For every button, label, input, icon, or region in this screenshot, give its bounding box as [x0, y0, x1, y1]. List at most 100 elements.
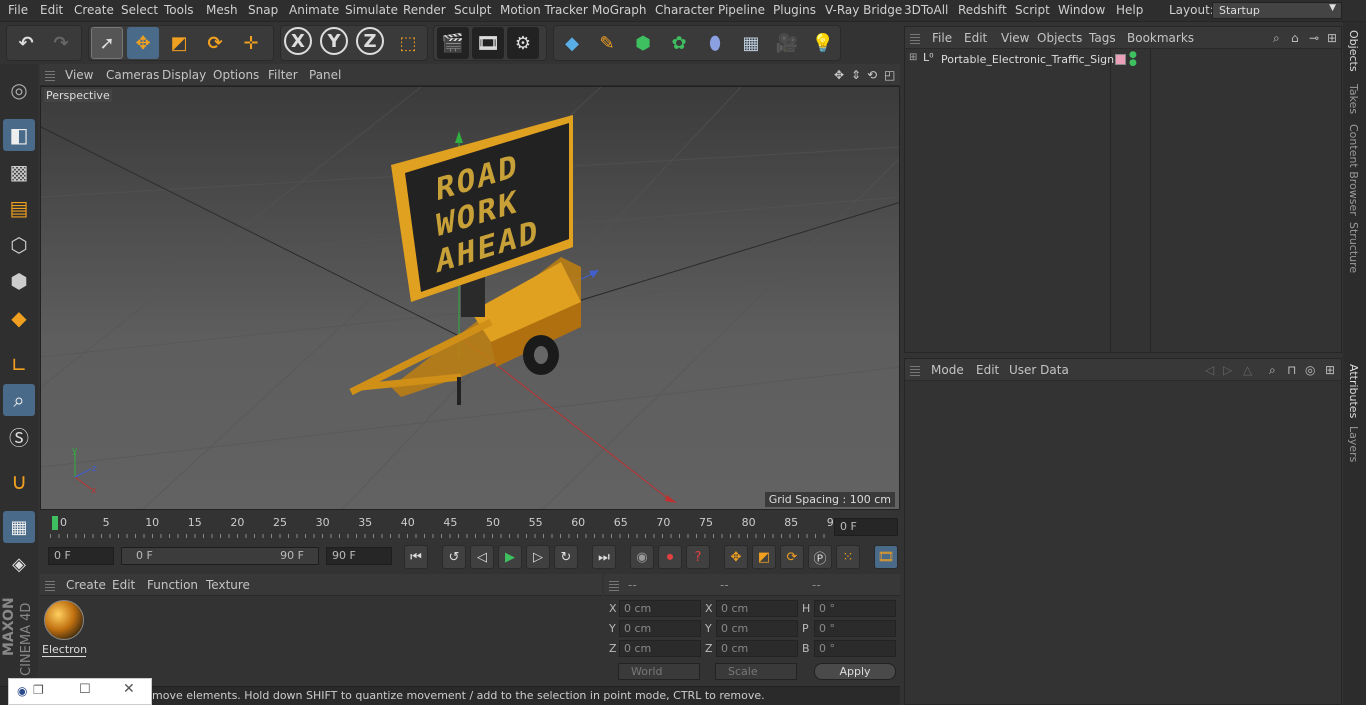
next-key-icon[interactable]: ↻ [554, 545, 578, 569]
camera-icon[interactable]: 🎥 [771, 27, 803, 59]
close-icon[interactable]: ✕ [123, 681, 135, 697]
keyframe-selection-icon[interactable]: ? [686, 545, 710, 569]
size-z-field[interactable]: 0 cm [716, 640, 798, 657]
material-menu-texture[interactable]: Texture [206, 578, 250, 592]
menu-character[interactable]: Character [655, 3, 714, 17]
expand-icon[interactable]: ⊞ [909, 52, 917, 63]
size-y-field[interactable]: 0 cm [716, 620, 798, 637]
restore-icon[interactable]: ❐ [33, 683, 44, 697]
key-pla-icon[interactable]: ⁙ [836, 545, 860, 569]
panel-grip-icon[interactable] [45, 579, 55, 591]
panel-grip-icon[interactable] [45, 69, 55, 81]
autokey-icon[interactable]: ⏺ [658, 545, 682, 569]
pen-icon[interactable]: ✎ [591, 27, 623, 59]
scale-tool-icon[interactable]: ◩ [163, 27, 195, 59]
previous-key-icon[interactable]: ↺ [442, 545, 466, 569]
viewport-maximize-icon[interactable]: ◰ [884, 68, 895, 82]
menu-3dtoall[interactable]: 3DToAll [904, 3, 948, 17]
tab-layers[interactable]: Layers [1347, 426, 1360, 462]
tweak-mode-icon[interactable]: ⌕ [3, 384, 35, 416]
rotate-tool-icon[interactable]: ⟳ [199, 27, 231, 59]
maximize-icon[interactable]: ☐ [79, 682, 91, 697]
menu-redshift[interactable]: Redshift [958, 3, 1007, 17]
key-position-icon[interactable]: ✥ [724, 545, 748, 569]
key-scale-icon[interactable]: ◩ [752, 545, 776, 569]
object-menu-tags[interactable]: Tags [1089, 31, 1116, 45]
object-row[interactable]: ⊞ L⁰ Portable_Electronic_Traffic_Sign ● ● [905, 51, 1341, 69]
render-picture-icon[interactable]: 🎞 [472, 27, 504, 59]
menu-snap[interactable]: Snap [248, 3, 278, 17]
panel-grip-icon[interactable] [910, 32, 920, 44]
app-icon[interactable]: ◉ [17, 684, 27, 698]
viewport-menu-filter[interactable]: Filter [268, 68, 298, 82]
rotation-h-field[interactable]: 0 ° [814, 600, 896, 617]
light-icon[interactable]: 💡 [807, 27, 839, 59]
attribute-menu-mode[interactable]: Mode [931, 363, 964, 377]
settings-icon[interactable]: ◎ [1305, 363, 1315, 377]
lock-workplane-icon[interactable]: ▦ [3, 511, 35, 543]
menu-render[interactable]: Render [403, 3, 446, 17]
previous-frame-icon[interactable]: ◁ [470, 545, 494, 569]
cube-icon[interactable]: ◆ [556, 27, 588, 59]
object-menu-objects[interactable]: Objects [1037, 31, 1082, 45]
object-menu-edit[interactable]: Edit [964, 31, 987, 45]
workplane-icon[interactable]: ▤ [3, 192, 35, 224]
search-icon[interactable]: ⌕ [1273, 31, 1280, 46]
start-frame-field[interactable]: 0 F [48, 547, 114, 565]
apply-button[interactable]: Apply [814, 663, 896, 680]
coordinate-system-icon[interactable]: ⬚ [392, 27, 424, 59]
render-settings-icon[interactable]: ⚙ [507, 27, 539, 59]
axis-mode-icon[interactable]: ∟ [3, 349, 35, 381]
render-view-icon[interactable]: 🎬 [437, 27, 469, 59]
make-editable-icon[interactable]: ◎ [3, 74, 35, 106]
search-icon[interactable]: ⌕ [1269, 363, 1276, 378]
menu-motion-tracker[interactable]: Motion Tracker [500, 3, 588, 17]
workplane-align-icon[interactable]: ◈ [3, 548, 35, 580]
menu-mesh[interactable]: Mesh [206, 3, 238, 17]
tab-objects[interactable]: Objects [1347, 30, 1360, 72]
menu-sculpt[interactable]: Sculpt [454, 3, 491, 17]
playhead-marker[interactable] [52, 516, 58, 530]
menu-vray-bridge[interactable]: V-Ray Bridge [825, 3, 902, 17]
object-menu-view[interactable]: View [1001, 31, 1029, 45]
size-x-field[interactable]: 0 cm [716, 600, 798, 617]
timeline-ruler[interactable]: 051015202530354045505560657075808590 0 F [40, 512, 900, 542]
attribute-menu-user-data[interactable]: User Data [1009, 363, 1069, 377]
snap-icon[interactable]: Ⓢ [3, 420, 35, 452]
link-icon[interactable]: ⊸ [1309, 31, 1319, 45]
menu-window[interactable]: Window [1058, 3, 1105, 17]
new-panel-icon[interactable]: ⊞ [1325, 363, 1335, 377]
material-menu-function[interactable]: Function [147, 578, 198, 592]
material-menu-create[interactable]: Create [66, 578, 106, 592]
material-menu-edit[interactable]: Edit [112, 578, 135, 592]
position-z-field[interactable]: 0 cm [619, 640, 701, 657]
viewport-menu-options[interactable]: Options [213, 68, 259, 82]
key-parameter-icon[interactable]: Ⓟ [808, 545, 832, 569]
x-axis-icon[interactable]: X [284, 27, 312, 55]
redo-icon[interactable]: ↷ [45, 27, 77, 59]
record-active-icon[interactable]: ◉ [630, 545, 654, 569]
current-frame-field[interactable]: 0 F [834, 518, 898, 536]
viewport-menu-cameras[interactable]: Cameras [106, 68, 159, 82]
rotation-b-field[interactable]: 0 ° [814, 640, 896, 657]
menu-simulate[interactable]: Simulate [345, 3, 398, 17]
layer-color-swatch[interactable] [1115, 54, 1126, 65]
tab-attributes[interactable]: Attributes [1347, 364, 1360, 418]
y-axis-icon[interactable]: Y [320, 27, 348, 55]
panel-grip-icon[interactable] [910, 364, 920, 376]
viewport-move-icon[interactable]: ✥ [834, 68, 844, 82]
model-mode-icon[interactable]: ◧ [3, 119, 35, 151]
object-menu-file[interactable]: File [932, 31, 952, 45]
points-mode-icon[interactable]: ⬡ [3, 229, 35, 261]
forward-arrow-icon[interactable]: ▷ [1223, 363, 1232, 377]
edges-mode-icon[interactable]: ⬢ [3, 265, 35, 297]
viewport-zoom-icon[interactable]: ⇕ [851, 68, 861, 82]
viewport-menu-panel[interactable]: Panel [309, 68, 341, 82]
menu-script[interactable]: Script [1015, 3, 1050, 17]
menu-file[interactable]: File [8, 3, 28, 17]
menu-edit[interactable]: Edit [40, 3, 63, 17]
menu-plugins[interactable]: Plugins [773, 3, 816, 17]
menu-mograph[interactable]: MoGraph [592, 3, 647, 17]
mograph-cloner-icon[interactable]: ✿ [663, 27, 695, 59]
layout-dropdown[interactable]: Startup ▼ [1212, 2, 1342, 19]
